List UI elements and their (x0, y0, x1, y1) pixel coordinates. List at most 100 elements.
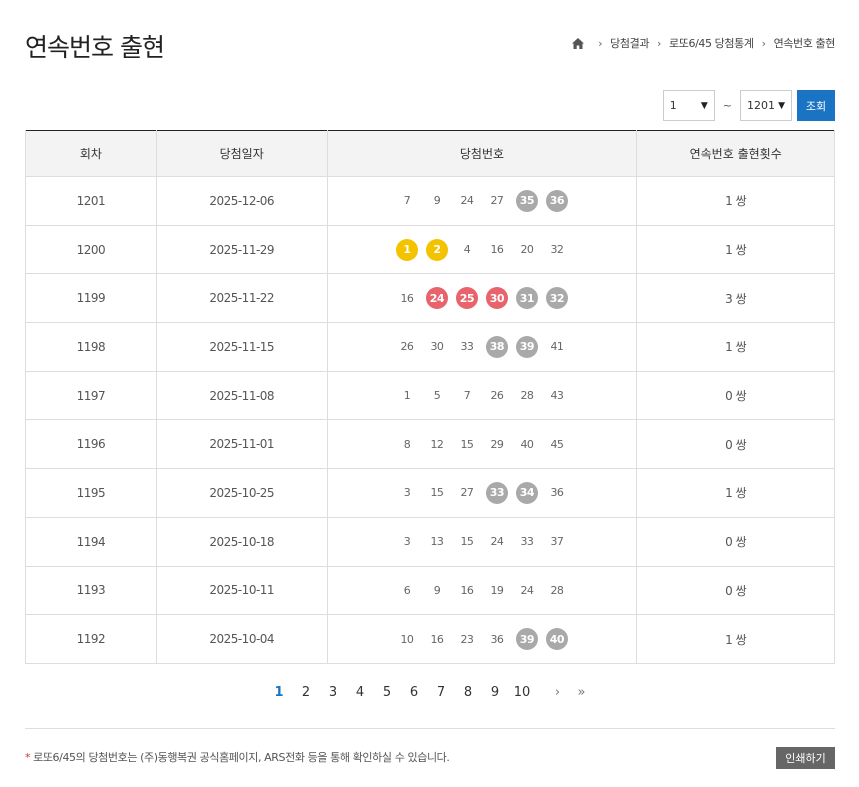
caret-down-icon: ▼ (778, 100, 785, 111)
number: 16 (400, 291, 414, 305)
highlighted-number-ball: 38 (485, 335, 508, 358)
winning-numbers: 7 9 24 27 35 36 (328, 189, 637, 212)
page-5[interactable]: 5 (374, 685, 401, 700)
winning-numbers: 3 15 27 33 34 36 (328, 481, 637, 504)
cell-consecutive-count: 1 쌍 (636, 468, 835, 518)
cell-date: 2025-11-15 (155, 322, 328, 372)
cell-numbers: 1 5 7 26 28 43 (326, 371, 637, 421)
cell-consecutive-count: 3 쌍 (636, 273, 835, 324)
table-row: 1200 2025-11-29 1 2 4 16 20 32 1 쌍 (25, 225, 835, 275)
page-6[interactable]: 6 (401, 685, 428, 700)
table-row: 1198 2025-11-15 26 30 33 38 39 41 1 쌍 (25, 322, 835, 372)
highlighted-number-ball: 33 (485, 481, 508, 504)
breadcrumb-item[interactable]: 로또6/45 당첨통계 (669, 35, 754, 51)
chevron-right-icon: › (657, 36, 662, 50)
number: 40 (520, 437, 534, 451)
winning-numbers: 8 12 15 29 40 45 (328, 433, 637, 455)
cell-date: 2025-11-01 (155, 419, 328, 470)
highlighted-number-ball: 39 (515, 335, 538, 358)
table-row: 1199 2025-11-22 16 24 25 30 31 32 3 쌍 (25, 273, 835, 324)
breadcrumb: › 당첨결과 › 로또6/45 당첨통계 › 연속번호 출현 (572, 35, 835, 51)
number: 28 (550, 583, 564, 597)
last-page-icon[interactable]: » (570, 685, 594, 700)
home-icon[interactable] (572, 37, 585, 49)
number: 15 (430, 486, 444, 500)
cell-round: 1198 (25, 322, 157, 372)
cell-date: 2025-11-08 (155, 371, 328, 421)
from-round-select[interactable]: 1 ▼ (662, 90, 715, 121)
highlighted-number-ball: 34 (515, 481, 538, 504)
number: 28 (520, 389, 534, 403)
to-round-value: 1201 (747, 99, 775, 112)
search-button[interactable]: 조회 (797, 90, 835, 121)
page-9[interactable]: 9 (482, 685, 509, 700)
cell-round: 1199 (25, 273, 157, 324)
highlighted-number-ball: 30 (485, 287, 508, 310)
number: 1 (403, 389, 411, 403)
page-4[interactable]: 4 (347, 685, 374, 700)
cell-consecutive-count: 1 쌍 (636, 225, 835, 275)
number: 36 (550, 486, 564, 500)
number: 13 (430, 535, 444, 549)
cell-numbers: 8 12 15 29 40 45 (326, 419, 637, 470)
highlighted-number-ball: 40 (545, 628, 568, 651)
number: 45 (550, 437, 564, 451)
number: 24 (520, 583, 534, 597)
page-3[interactable]: 3 (320, 685, 347, 700)
winning-numbers: 10 16 23 36 39 40 (328, 628, 637, 651)
table-header-row: 회차 당첨일자 당첨번호 연속번호 출현횟수 (25, 130, 835, 177)
cell-consecutive-count: 0 쌍 (636, 566, 835, 616)
from-round-value: 1 (669, 99, 677, 112)
cell-numbers: 3 15 27 33 34 36 (326, 468, 637, 518)
cell-consecutive-count: 0 쌍 (636, 371, 835, 421)
breadcrumb-item-current: 연속번호 출현 (773, 37, 836, 50)
number: 27 (490, 194, 504, 208)
winning-numbers: 1 5 7 26 28 43 (328, 385, 637, 407)
page-8[interactable]: 8 (455, 685, 482, 700)
number: 10 (400, 632, 414, 646)
number: 43 (550, 389, 564, 403)
number: 33 (520, 535, 534, 549)
round-filter: 1 ▼ ~ 1201 ▼ 조회 (662, 90, 835, 121)
header-date: 당첨일자 (155, 130, 328, 177)
number: 19 (490, 583, 504, 597)
page-7[interactable]: 7 (428, 685, 455, 700)
page-2[interactable]: 2 (293, 685, 320, 700)
number: 7 (403, 194, 411, 208)
highlighted-number-ball: 32 (545, 287, 568, 310)
number: 6 (403, 583, 411, 597)
cell-consecutive-count: 0 쌍 (636, 517, 835, 567)
number: 37 (550, 535, 564, 549)
number: 29 (490, 437, 504, 451)
winning-numbers: 16 24 25 30 31 32 (328, 287, 637, 310)
to-round-select[interactable]: 1201 ▼ (740, 90, 792, 121)
print-button[interactable]: 인쇄하기 (776, 747, 835, 769)
table-row: 1196 2025-11-01 8 12 15 29 40 45 0 쌍 (25, 419, 835, 470)
cell-numbers: 26 30 33 38 39 41 (326, 322, 637, 372)
winning-numbers: 26 30 33 38 39 41 (328, 335, 637, 358)
page-1[interactable]: 1 (266, 685, 293, 700)
cell-numbers: 16 24 25 30 31 32 (326, 273, 637, 324)
number: 3 (403, 486, 411, 500)
cell-date: 2025-10-04 (155, 614, 328, 664)
footnote-text: 로또6/45의 당첨번호는 (주)동행복권 공식홈페이지, ARS전화 등을 통… (33, 751, 450, 764)
next-page-icon[interactable]: › (546, 685, 570, 700)
highlighted-number-ball: 35 (515, 189, 538, 212)
table-row: 1195 2025-10-25 3 15 27 33 34 36 1 쌍 (25, 468, 835, 518)
cell-numbers: 6 9 16 19 24 28 (326, 566, 637, 616)
cell-round: 1200 (25, 225, 157, 275)
cell-round: 1194 (25, 517, 157, 567)
page-10[interactable]: 10 (509, 685, 536, 700)
table-row: 1192 2025-10-04 10 16 23 36 39 40 1 쌍 (25, 614, 835, 664)
breadcrumb-item[interactable]: 당첨결과 (610, 35, 649, 51)
cell-consecutive-count: 1 쌍 (636, 614, 835, 664)
number: 26 (490, 389, 504, 403)
cell-consecutive-count: 0 쌍 (636, 419, 835, 470)
number: 33 (460, 340, 474, 354)
number: 5 (433, 389, 441, 403)
cell-date: 2025-11-29 (155, 225, 328, 275)
number: 9 (433, 194, 441, 208)
number: 26 (400, 340, 414, 354)
highlighted-number-ball: 2 (425, 238, 448, 261)
number: 30 (430, 340, 444, 354)
